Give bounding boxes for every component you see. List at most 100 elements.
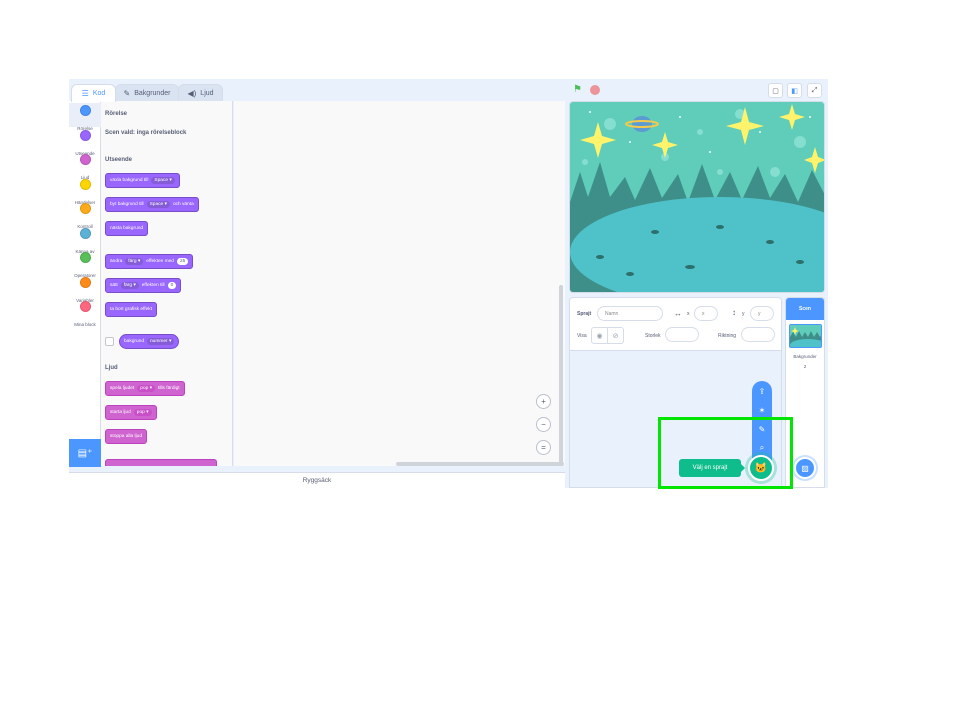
palette-heading-motion: Rörelse: [105, 111, 128, 117]
hide-button[interactable]: ⊘: [607, 327, 624, 344]
tab-code[interactable]: ☰ Kod: [71, 84, 116, 102]
category-variables[interactable]: Variabler: [69, 275, 101, 303]
stage-header: ⚑ ▢ ◧ ⤢: [569, 79, 828, 101]
category-events[interactable]: Händelser: [69, 177, 101, 205]
fullscreen-icon: ⤢: [811, 86, 818, 94]
block-text: starta ljud: [110, 410, 131, 415]
small-stage-icon: ▢: [772, 87, 779, 95]
image-icon: ▨: [801, 463, 809, 473]
block-dropdown[interactable]: Space ▾: [146, 201, 170, 208]
scene-header[interactable]: Scen: [786, 298, 824, 320]
upload-sprite-button[interactable]: ⇪: [752, 382, 772, 400]
block-text: ta bort grafisk effekt: [110, 307, 153, 312]
small-stage-button[interactable]: ▢: [768, 83, 783, 98]
choose-backdrop-button[interactable]: ▨: [794, 457, 816, 479]
block-play-sound-until-done[interactable]: spela ljudet pop ▾ tills färdigt: [105, 381, 185, 396]
category-dot: [79, 154, 91, 165]
block-dropdown[interactable]: färg ▾: [125, 258, 144, 265]
block-dropdown[interactable]: färg ▾: [120, 282, 139, 289]
extension-icon: ▤⁺: [77, 447, 93, 459]
block-text: sätt: [110, 283, 118, 288]
eye-icon: ◉: [596, 332, 603, 340]
block-switch-backdrop-wait[interactable]: byt bakgrund till Space ▾ och vänta: [105, 197, 199, 212]
block-next-backdrop[interactable]: nästa bakgrund: [105, 221, 149, 236]
add-extension-button[interactable]: ▤⁺: [69, 439, 101, 467]
block-clear-effects[interactable]: ta bort grafisk effekt: [105, 302, 158, 317]
y-label: y: [742, 311, 745, 317]
direction-label: Riktning: [718, 333, 737, 339]
category-motion[interactable]: Rörelse: [69, 103, 101, 131]
block-set-effect[interactable]: sätt färg ▾ effekten till 0: [105, 278, 182, 293]
speaker-icon: ◀): [187, 89, 197, 98]
highlight-box: [658, 417, 793, 489]
block-text: bakgrund: [124, 339, 145, 344]
large-stage-button[interactable]: ◧: [787, 83, 802, 98]
block-stop-all-sounds[interactable]: stoppa alla ljud: [105, 429, 148, 444]
block-dropdown[interactable]: nummer ▾: [147, 338, 175, 345]
block-change-effect[interactable]: ändra färg ▾ effekten med 25: [105, 254, 194, 269]
monitor-checkbox[interactable]: [105, 337, 114, 346]
block-palette: Rörelse Scen vald: inga rörelseblock Uts…: [101, 101, 233, 466]
zoom-in-button[interactable]: +: [536, 394, 551, 409]
eye-off-icon: ⊘: [612, 332, 619, 340]
block-backdrop-reporter[interactable]: bakgrund nummer ▾: [119, 334, 180, 349]
block-text: tills färdigt: [158, 386, 180, 391]
tab-backdrops[interactable]: ✎ Bakgrunder: [115, 84, 179, 102]
tab-sounds[interactable]: ◀) Ljud: [178, 84, 223, 102]
block-partial[interactable]: [105, 459, 217, 466]
zoom-out-button[interactable]: −: [536, 417, 551, 432]
space-backdrop-image: [570, 102, 824, 292]
size-label: Storlek: [645, 333, 661, 339]
workspace-horizontal-scrollbar[interactable]: [396, 462, 564, 466]
category-sound[interactable]: Ljud: [69, 152, 101, 180]
category-operators[interactable]: Operatorer: [69, 250, 101, 278]
fullscreen-button[interactable]: ⤢: [807, 83, 822, 98]
block-text: och vänta: [172, 202, 194, 207]
direction-field[interactable]: [741, 327, 775, 342]
category-dot: [79, 105, 91, 116]
script-workspace[interactable]: + − =: [234, 101, 565, 466]
block-start-sound[interactable]: starta ljud pop ▾: [105, 405, 157, 420]
y-field[interactable]: y: [750, 306, 774, 321]
x-arrows-icon: ↔: [674, 309, 682, 318]
sprite-name-field[interactable]: Namn: [597, 306, 663, 321]
category-looks[interactable]: Utseende: [69, 128, 101, 156]
zoom-out-icon: −: [541, 420, 546, 429]
palette-heading-sound: Ljud: [105, 365, 118, 371]
category-control[interactable]: Kontroll: [69, 201, 101, 229]
upload-icon: ⇪: [758, 386, 766, 396]
category-my-blocks[interactable]: Mina block: [69, 299, 101, 327]
category-dot: [79, 179, 91, 190]
category-dot: [79, 277, 91, 288]
stop-icon[interactable]: [590, 85, 600, 95]
tab-bar: ☰ Kod ✎ Bakgrunder ◀) Ljud: [69, 79, 565, 102]
backdrops-count: 2: [803, 364, 807, 369]
x-label: x: [687, 311, 690, 317]
category-dot: [79, 228, 91, 239]
block-dropdown[interactable]: Space ▾: [151, 177, 175, 184]
backpack-bar[interactable]: Ryggsäck: [69, 472, 565, 488]
x-field[interactable]: x: [694, 306, 718, 321]
sparkle-icon: ✶: [758, 405, 766, 415]
show-button[interactable]: ◉: [591, 327, 608, 344]
block-switch-backdrop[interactable]: växla bakgrund till Space ▾: [105, 173, 180, 188]
block-text: spela ljudet: [110, 386, 135, 391]
block-dropdown[interactable]: pop ▾: [137, 385, 156, 392]
block-number-input[interactable]: 0: [167, 282, 177, 289]
stage-canvas[interactable]: [569, 101, 825, 293]
zoom-reset-icon: =: [541, 443, 546, 452]
y-arrows-icon: ↕: [732, 308, 736, 317]
code-icon: ☰: [81, 89, 89, 98]
palette-heading-looks: Utseende: [105, 157, 133, 163]
tab-label: Bakgrunder: [134, 90, 171, 97]
block-number-input[interactable]: 25: [176, 258, 189, 265]
category-sensing[interactable]: Känna av: [69, 226, 101, 254]
backdrop-thumbnail[interactable]: [789, 324, 822, 348]
block-text: byt bakgrund till: [110, 202, 144, 207]
green-flag-icon[interactable]: ⚑: [573, 84, 582, 95]
block-dropdown[interactable]: pop ▾: [133, 409, 152, 416]
category-menu: Rörelse Utseende Ljud Händelser Kontroll…: [69, 101, 101, 466]
zoom-reset-button[interactable]: =: [536, 440, 551, 455]
size-field[interactable]: [665, 327, 699, 342]
workspace-vertical-scrollbar[interactable]: [559, 285, 563, 465]
